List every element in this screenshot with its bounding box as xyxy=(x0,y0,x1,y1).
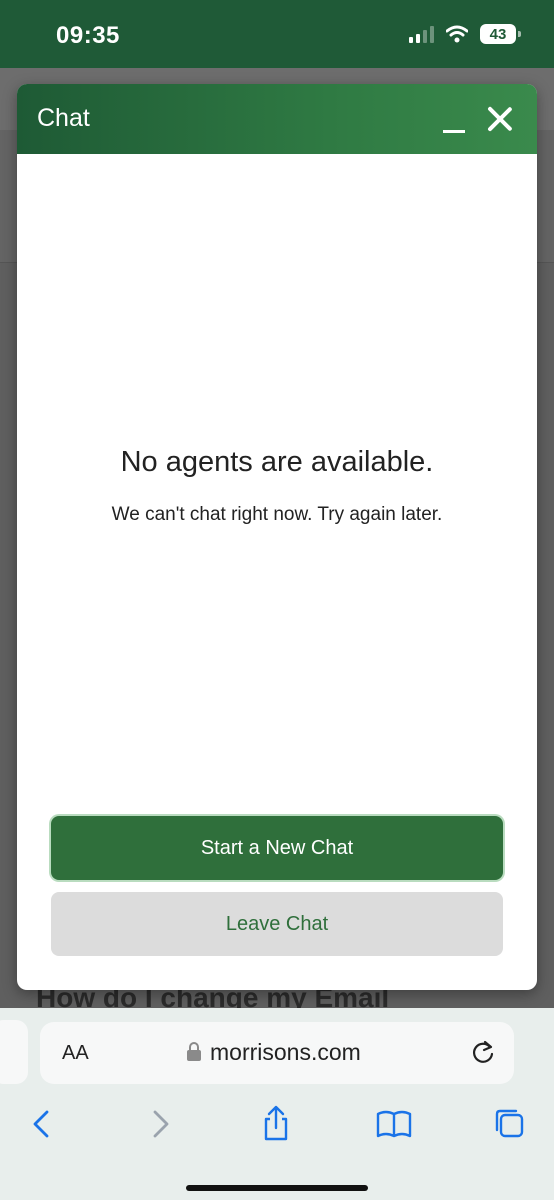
reload-icon[interactable] xyxy=(468,1038,498,1068)
status-icons: 43 xyxy=(409,24,521,44)
lock-icon xyxy=(187,1042,201,1061)
browser-bottom-bar: AA morrisons.com xyxy=(0,1008,554,1200)
status-bar: 09:35 43 xyxy=(0,0,554,68)
close-icon[interactable] xyxy=(485,104,515,134)
chat-header: Chat xyxy=(17,84,537,154)
wifi-icon xyxy=(446,25,468,43)
chat-title: Chat xyxy=(37,104,90,132)
leave-chat-button[interactable]: Leave Chat xyxy=(51,892,503,956)
back-icon[interactable] xyxy=(22,1104,62,1144)
share-icon[interactable] xyxy=(256,1104,296,1144)
url-text[interactable]: morrisons.com xyxy=(210,1039,361,1066)
no-agents-title: No agents are available. xyxy=(120,446,434,478)
cellular-signal-icon xyxy=(409,25,434,43)
start-new-chat-button[interactable]: Start a New Chat xyxy=(51,816,503,880)
chat-modal: Chat No agents are available. We can't c… xyxy=(17,84,537,990)
bookmarks-icon[interactable] xyxy=(374,1104,414,1144)
status-time: 09:35 xyxy=(56,22,120,49)
tabs-icon[interactable] xyxy=(490,1104,530,1144)
battery-icon: 43 xyxy=(480,24,521,44)
text-size-icon[interactable]: AA xyxy=(62,1042,89,1065)
minimize-icon[interactable] xyxy=(443,130,465,133)
address-bar[interactable]: AA morrisons.com xyxy=(40,1022,514,1084)
previous-tab-peek[interactable] xyxy=(0,1020,28,1084)
no-agents-subtitle: We can't chat right now. Try again later… xyxy=(111,504,443,525)
forward-icon[interactable] xyxy=(140,1104,180,1144)
home-indicator xyxy=(186,1185,368,1191)
